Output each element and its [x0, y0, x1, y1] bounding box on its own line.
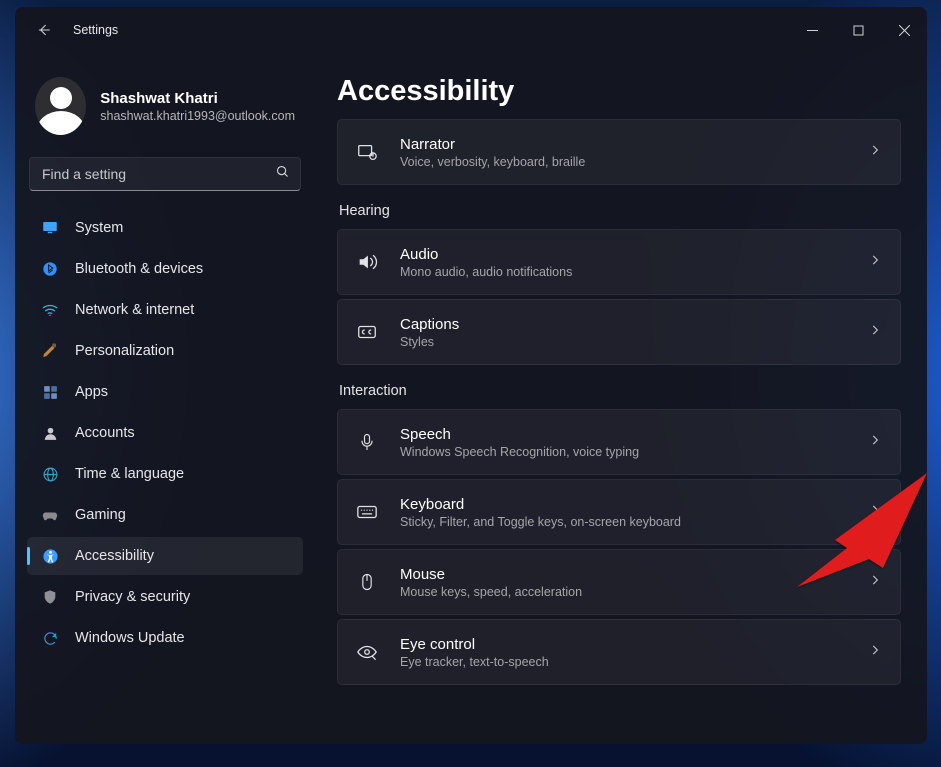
section-label: Interaction — [339, 383, 899, 399]
sidebar-item-label: Accounts — [75, 425, 135, 441]
sidebar-item-time-language[interactable]: Time & language — [27, 455, 303, 493]
page-title: Accessibility — [337, 75, 915, 108]
card-description: Eye tracker, text-to-speech — [400, 655, 846, 669]
card-title: Audio — [400, 246, 846, 263]
grid-icon — [41, 383, 59, 401]
mic-icon — [356, 432, 378, 452]
keyboard-icon — [356, 500, 378, 524]
chevron-right-icon — [868, 573, 882, 592]
globe-icon — [41, 465, 59, 483]
sidebar-item-label: Gaming — [75, 507, 126, 523]
person-icon — [41, 424, 59, 442]
card-title: Speech — [400, 426, 846, 443]
profile-email: shashwat.khatri1993@outlook.com — [100, 109, 295, 123]
sidebar-item-label: Network & internet — [75, 302, 194, 318]
settings-window: Settings Shashwat Khatri shashwat.khatri… — [15, 7, 927, 744]
sidebar-item-label: Accessibility — [75, 548, 154, 564]
search-box[interactable] — [29, 157, 301, 191]
sidebar-item-label: System — [75, 220, 123, 236]
monitor-icon — [41, 219, 59, 237]
sidebar-item-gaming[interactable]: Gaming — [27, 496, 303, 534]
chevron-right-icon — [868, 643, 882, 662]
mouse-icon — [356, 572, 378, 592]
chevron-right-icon — [868, 323, 882, 342]
card-title: Mouse — [400, 566, 846, 583]
sidebar-item-system[interactable]: System — [27, 209, 303, 247]
setting-card-audio[interactable]: Audio Mono audio, audio notifications — [337, 229, 901, 295]
gamepad-icon — [41, 506, 59, 524]
sidebar-item-label: Windows Update — [75, 630, 185, 646]
setting-card-narrator[interactable]: Narrator Voice, verbosity, keyboard, bra… — [337, 119, 901, 185]
sidebar-item-label: Apps — [75, 384, 108, 400]
setting-card-speech[interactable]: Speech Windows Speech Recognition, voice… — [337, 409, 901, 475]
chevron-right-icon — [868, 503, 882, 522]
sidebar-item-network-internet[interactable]: Network & internet — [27, 291, 303, 329]
card-description: Styles — [400, 335, 846, 349]
update-icon — [41, 629, 59, 647]
shield-icon — [41, 588, 59, 606]
sidebar-item-privacy-security[interactable]: Privacy & security — [27, 578, 303, 616]
accessibility-icon — [41, 547, 59, 565]
search-icon — [275, 164, 290, 184]
card-description: Mono audio, audio notifications — [400, 265, 846, 279]
card-title: Narrator — [400, 136, 846, 153]
sidebar-item-windows-update[interactable]: Windows Update — [27, 619, 303, 657]
minimize-button[interactable] — [789, 14, 835, 46]
search-input[interactable] — [42, 166, 275, 182]
narrator-icon — [356, 141, 378, 163]
setting-card-eye-control[interactable]: Eye control Eye tracker, text-to-speech — [337, 619, 901, 685]
card-title: Captions — [400, 316, 846, 333]
maximize-button[interactable] — [835, 14, 881, 46]
sidebar-item-label: Time & language — [75, 466, 184, 482]
brush-icon — [41, 342, 59, 360]
card-description: Voice, verbosity, keyboard, braille — [400, 155, 846, 169]
back-button[interactable] — [29, 15, 59, 45]
sidebar-item-label: Bluetooth & devices — [75, 261, 203, 277]
eye-icon — [356, 641, 378, 663]
profile-block[interactable]: Shashwat Khatri shashwat.khatri1993@outl… — [27, 53, 303, 153]
sidebar-item-accessibility[interactable]: Accessibility — [27, 537, 303, 575]
close-button[interactable] — [881, 14, 927, 46]
profile-name: Shashwat Khatri — [100, 90, 295, 107]
nav-list: System Bluetooth & devices Network & int… — [27, 209, 303, 657]
card-title: Eye control — [400, 636, 846, 653]
card-description: Mouse keys, speed, acceleration — [400, 585, 846, 599]
setting-card-captions[interactable]: Captions Styles — [337, 299, 901, 365]
sidebar-item-accounts[interactable]: Accounts — [27, 414, 303, 452]
setting-card-mouse[interactable]: Mouse Mouse keys, speed, acceleration — [337, 549, 901, 615]
card-description: Windows Speech Recognition, voice typing — [400, 445, 846, 459]
sidebar-item-label: Privacy & security — [75, 589, 190, 605]
chevron-right-icon — [868, 433, 882, 452]
main-panel: Accessibility Narrator Voice, verbosity,… — [315, 53, 927, 744]
sidebar-item-bluetooth-devices[interactable]: Bluetooth & devices — [27, 250, 303, 288]
avatar — [35, 77, 86, 135]
chevron-right-icon — [868, 253, 882, 272]
section-label: Hearing — [339, 203, 899, 219]
audio-icon — [356, 251, 378, 273]
sidebar-item-personalization[interactable]: Personalization — [27, 332, 303, 370]
content-scroll[interactable]: Narrator Voice, verbosity, keyboard, bra… — [337, 119, 915, 732]
setting-card-keyboard[interactable]: Keyboard Sticky, Filter, and Toggle keys… — [337, 479, 901, 545]
sidebar-item-apps[interactable]: Apps — [27, 373, 303, 411]
card-title: Keyboard — [400, 496, 846, 513]
sidebar-item-label: Personalization — [75, 343, 174, 359]
sidebar: Shashwat Khatri shashwat.khatri1993@outl… — [15, 53, 315, 744]
captions-icon — [356, 321, 378, 343]
titlebar: Settings — [15, 7, 927, 53]
app-title: Settings — [73, 23, 118, 37]
bluetooth-icon — [41, 260, 59, 278]
chevron-right-icon — [868, 143, 882, 162]
card-description: Sticky, Filter, and Toggle keys, on-scre… — [400, 515, 846, 529]
wifi-icon — [41, 301, 59, 319]
